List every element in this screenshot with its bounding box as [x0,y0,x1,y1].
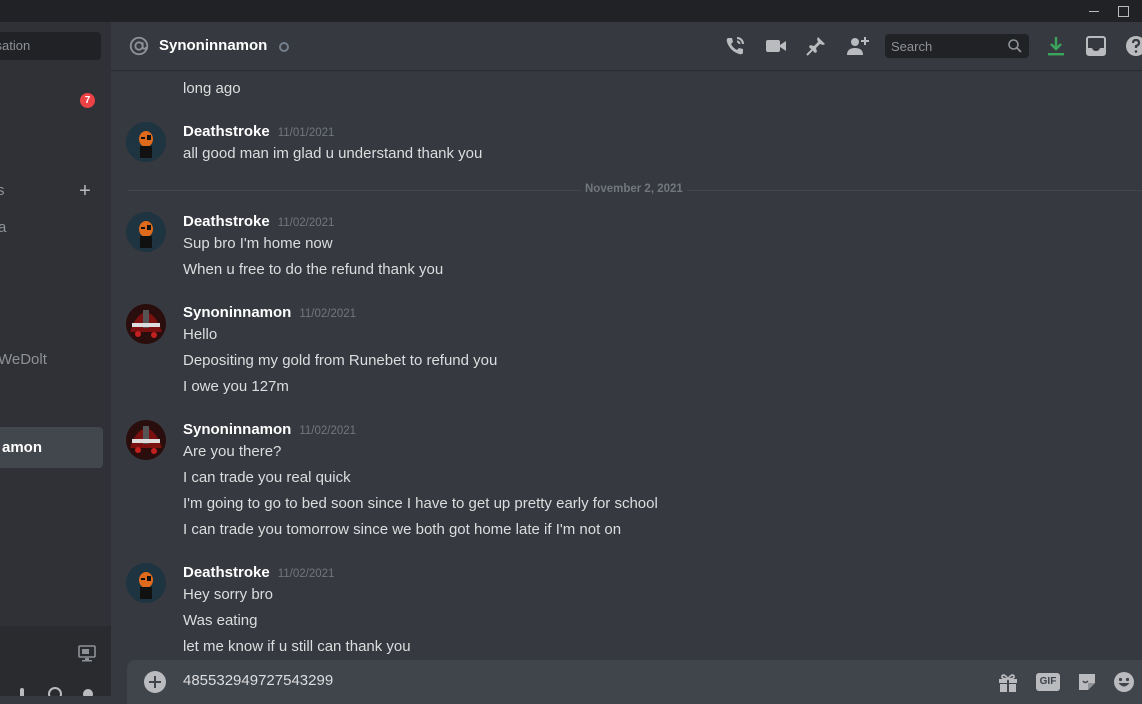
sidebar-item-label[interactable]: a [0,219,6,236]
author-name[interactable]: Deathstroke [183,123,270,140]
message-text: Sup bro I'm home now [183,235,333,252]
message-text: Was eating [183,612,258,629]
pin-icon[interactable] [804,34,828,58]
synoninnamon-avatar-icon [126,304,166,344]
sidebar-section-label: s [0,182,5,199]
message-text: let me know if u still can thank you [183,638,411,655]
user-controls-icons[interactable] [10,684,100,696]
plus-icon[interactable]: + [76,181,94,201]
date-divider-label: November 2, 2021 [581,183,687,195]
find-conversation-input[interactable]: ersation [0,32,101,60]
call-icon[interactable] [723,34,747,58]
message-text: I can trade you tomorrow since we both g… [183,521,622,538]
message-timestamp: 11/02/2021 [277,217,335,229]
unread-badge: 7 [80,93,95,108]
gift-icon[interactable] [996,670,1020,694]
channel-title: Synoninnamon [159,37,268,54]
message-author[interactable]: Deathstroke 11/02/2021 [183,213,334,230]
deathstroke-avatar-icon [126,122,166,162]
message-text: all good man im glad u understand thank … [183,145,483,162]
dm-sidebar: ersation 7 + s a WeDolt amon [0,22,111,696]
deathstroke-avatar-icon [126,212,166,252]
search-icon [1008,39,1022,53]
help-icon[interactable] [1124,34,1142,58]
add-friend-icon[interactable] [845,34,869,58]
message-timestamp: 11/02/2021 [277,568,335,580]
screen-share-icon[interactable] [77,643,97,663]
gif-label: GIF [1036,673,1060,691]
message-author[interactable]: Deathstroke 11/02/2021 [183,564,334,581]
author-name[interactable]: Synoninnamon [183,421,291,438]
video-icon[interactable] [764,34,788,58]
sidebar-item-label: amon [2,439,43,456]
sidebar-item-selected-dm[interactable]: amon [0,427,103,468]
message-author[interactable]: Deathstroke 11/01/2021 [183,123,334,140]
sticker-icon[interactable] [1075,670,1099,694]
message-text: Depositing my gold from Runebet to refun… [183,352,498,369]
message-timestamp: 11/02/2021 [299,308,357,320]
avatar[interactable] [126,212,166,252]
message-timestamp: 11/01/2021 [277,127,335,139]
message-text: I can trade you real quick [183,469,351,486]
channel-header: Synoninnamon Search [111,22,1142,70]
author-name[interactable]: Deathstroke [183,213,270,230]
author-name[interactable]: Deathstroke [183,564,270,581]
message-input[interactable]: 485532949727543299 [183,672,333,689]
message-text: When u free to do the refund thank you [183,261,444,278]
message-composer[interactable]: 485532949727543299 GIF [127,660,1142,704]
offline-status-icon [279,42,289,52]
message-timestamp: 11/02/2021 [299,425,357,437]
minimize-icon[interactable] [1080,0,1108,22]
message-author[interactable]: Synoninnamon 11/02/2021 [183,304,356,321]
author-name[interactable]: Synoninnamon [183,304,291,321]
inbox-icon[interactable] [1084,34,1108,58]
avatar[interactable] [126,122,166,162]
maximize-icon[interactable] [1109,0,1137,22]
message-text: I'm going to go to bed soon since I have… [183,495,658,512]
message-text: Hey sorry bro [183,586,274,603]
sidebar-item-wedolt[interactable]: WeDolt [0,351,47,368]
user-panel [0,626,111,696]
avatar[interactable] [126,304,166,344]
message-list[interactable]: long ago Deathstroke 11/01/2021 all good … [111,70,1142,660]
download-icon[interactable] [1044,34,1068,58]
message-text: I owe you 127m [183,378,289,395]
deathstroke-avatar-icon [126,563,166,603]
message-text: Are you there? [183,443,282,460]
message-text: Hello [183,326,218,343]
add-attachment-icon[interactable] [144,671,166,693]
window-titlebar [0,0,1142,22]
synoninnamon-avatar-icon [126,420,166,460]
search-placeholder: Search [891,39,933,54]
search-input[interactable]: Search [885,34,1029,58]
at-sign-icon [129,36,149,56]
avatar[interactable] [126,563,166,603]
message-text [183,70,187,73]
message-author[interactable]: Synoninnamon 11/02/2021 [183,421,356,438]
avatar[interactable] [126,420,166,460]
message-text: long ago [183,80,241,97]
emoji-icon[interactable] [1112,670,1136,694]
gif-icon[interactable]: GIF [1036,670,1060,694]
